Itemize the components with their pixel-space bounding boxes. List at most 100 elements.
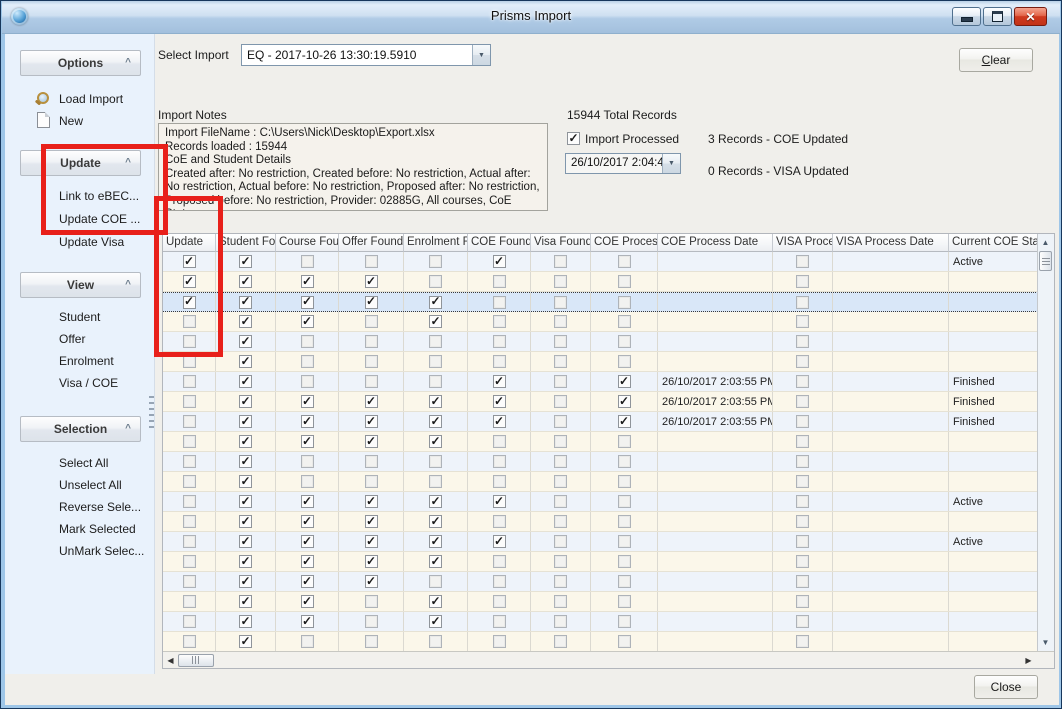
table-row[interactable] [163, 572, 1054, 592]
checkbox-student-found[interactable] [239, 455, 252, 468]
column-header-student-found[interactable]: Student Found [216, 234, 276, 252]
table-row[interactable] [163, 612, 1054, 632]
checkbox-course-found[interactable] [301, 635, 314, 648]
checkbox-offer-found[interactable] [365, 296, 378, 309]
column-header-coe-found[interactable]: COE Found [468, 234, 531, 252]
checkbox-visa-processed[interactable] [796, 475, 809, 488]
checkbox-course-found[interactable] [301, 435, 314, 448]
checkbox-update[interactable] [183, 475, 196, 488]
column-header-enrolment-found[interactable]: Enrolment Found [404, 234, 468, 252]
checkbox-coe-processed[interactable] [618, 255, 631, 268]
checkbox-offer-found[interactable] [365, 315, 378, 328]
checkbox-enrolment-found[interactable] [429, 275, 442, 288]
checkbox-coe-found[interactable] [493, 535, 506, 548]
checkbox-offer-found[interactable] [365, 415, 378, 428]
checkbox-offer-found[interactable] [365, 535, 378, 548]
select-import-dropdown-button[interactable]: ▼ [472, 45, 490, 65]
checkbox-coe-found[interactable] [493, 455, 506, 468]
checkbox-update[interactable] [183, 435, 196, 448]
checkbox-coe-found[interactable] [493, 355, 506, 368]
sidebar-item-select-all[interactable]: Select All [59, 452, 154, 474]
checkbox-update[interactable] [183, 415, 196, 428]
checkbox-enrolment-found[interactable] [429, 555, 442, 568]
table-row[interactable] [163, 452, 1054, 472]
table-row[interactable] [163, 512, 1054, 532]
checkbox-student-found[interactable] [239, 415, 252, 428]
checkbox-enrolment-found[interactable] [429, 255, 442, 268]
checkbox-enrolment-found[interactable] [429, 355, 442, 368]
checkbox-student-found[interactable] [239, 635, 252, 648]
checkbox-offer-found[interactable] [365, 335, 378, 348]
checkbox-update[interactable] [183, 555, 196, 568]
checkbox-coe-processed[interactable] [618, 535, 631, 548]
checkbox-coe-found[interactable] [493, 575, 506, 588]
checkbox-course-found[interactable] [301, 335, 314, 348]
checkbox-course-found[interactable] [301, 555, 314, 568]
scroll-left-icon[interactable]: ◀ [163, 656, 178, 665]
sidebar-item-new[interactable]: New [59, 110, 154, 132]
column-header-offer-found[interactable]: Offer Found [339, 234, 404, 252]
checkbox-course-found[interactable] [301, 475, 314, 488]
checkbox-student-found[interactable] [239, 435, 252, 448]
checkbox-coe-found[interactable] [493, 375, 506, 388]
checkbox-student-found[interactable] [239, 355, 252, 368]
checkbox-coe-processed[interactable] [618, 296, 631, 309]
checkbox-course-found[interactable] [301, 395, 314, 408]
checkbox-update[interactable] [183, 315, 196, 328]
checkbox-coe-processed[interactable] [618, 415, 631, 428]
checkbox-enrolment-found[interactable] [429, 296, 442, 309]
checkbox-coe-processed[interactable] [618, 455, 631, 468]
close-window-button[interactable]: ✕ [1014, 7, 1047, 26]
checkbox-offer-found[interactable] [365, 455, 378, 468]
checkbox-course-found[interactable] [301, 455, 314, 468]
checkbox-update[interactable] [183, 595, 196, 608]
scroll-right-icon[interactable]: ▶ [1021, 656, 1036, 665]
horizontal-scrollbar-thumb[interactable] [178, 654, 214, 667]
checkbox-offer-found[interactable] [365, 555, 378, 568]
checkbox-update[interactable] [183, 255, 196, 268]
checkbox-offer-found[interactable] [365, 255, 378, 268]
checkbox-enrolment-found[interactable] [429, 615, 442, 628]
column-header-course-found[interactable]: Course Found [276, 234, 339, 252]
checkbox-visa-processed[interactable] [796, 375, 809, 388]
checkbox-update[interactable] [183, 375, 196, 388]
checkbox-offer-found[interactable] [365, 575, 378, 588]
table-row[interactable] [163, 332, 1054, 352]
close-button[interactable]: Close [974, 675, 1038, 699]
checkbox-course-found[interactable] [301, 315, 314, 328]
checkbox-student-found[interactable] [239, 255, 252, 268]
table-row[interactable] [163, 552, 1054, 572]
checkbox-update[interactable] [183, 296, 196, 309]
section-header-options[interactable]: Options^ [20, 50, 141, 76]
checkbox-offer-found[interactable] [365, 515, 378, 528]
checkbox-coe-processed[interactable] [618, 515, 631, 528]
checkbox-student-found[interactable] [239, 275, 252, 288]
checkbox-coe-processed[interactable] [618, 595, 631, 608]
checkbox-course-found[interactable] [301, 615, 314, 628]
checkbox-enrolment-found[interactable] [429, 495, 442, 508]
sidebar-item-enrolment[interactable]: Enrolment [59, 350, 154, 372]
checkbox-visa-found[interactable] [554, 395, 567, 408]
sidebar-item-offer[interactable]: Offer [59, 328, 154, 350]
checkbox-coe-found[interactable] [493, 255, 506, 268]
checkbox-enrolment-found[interactable] [429, 375, 442, 388]
checkbox-coe-processed[interactable] [618, 435, 631, 448]
checkbox-course-found[interactable] [301, 515, 314, 528]
checkbox-visa-found[interactable] [554, 315, 567, 328]
checkbox-visa-found[interactable] [554, 515, 567, 528]
column-header-coe-process-date[interactable]: COE Process Date [658, 234, 773, 252]
checkbox-update[interactable] [183, 335, 196, 348]
checkbox-course-found[interactable] [301, 575, 314, 588]
checkbox-course-found[interactable] [301, 355, 314, 368]
checkbox-offer-found[interactable] [365, 475, 378, 488]
checkbox-offer-found[interactable] [365, 635, 378, 648]
checkbox-course-found[interactable] [301, 595, 314, 608]
select-import-combo[interactable]: EQ - 2017-10-26 13:30:19.5910 ▼ [241, 44, 491, 66]
checkbox-offer-found[interactable] [365, 615, 378, 628]
column-header-coe-processed[interactable]: COE Processed [591, 234, 658, 252]
table-row[interactable]: 26/10/2017 2:03:55 PMFinished [163, 372, 1054, 392]
checkbox-coe-found[interactable] [493, 315, 506, 328]
checkbox-update[interactable] [183, 275, 196, 288]
checkbox-visa-found[interactable] [554, 615, 567, 628]
checkbox-coe-found[interactable] [493, 415, 506, 428]
